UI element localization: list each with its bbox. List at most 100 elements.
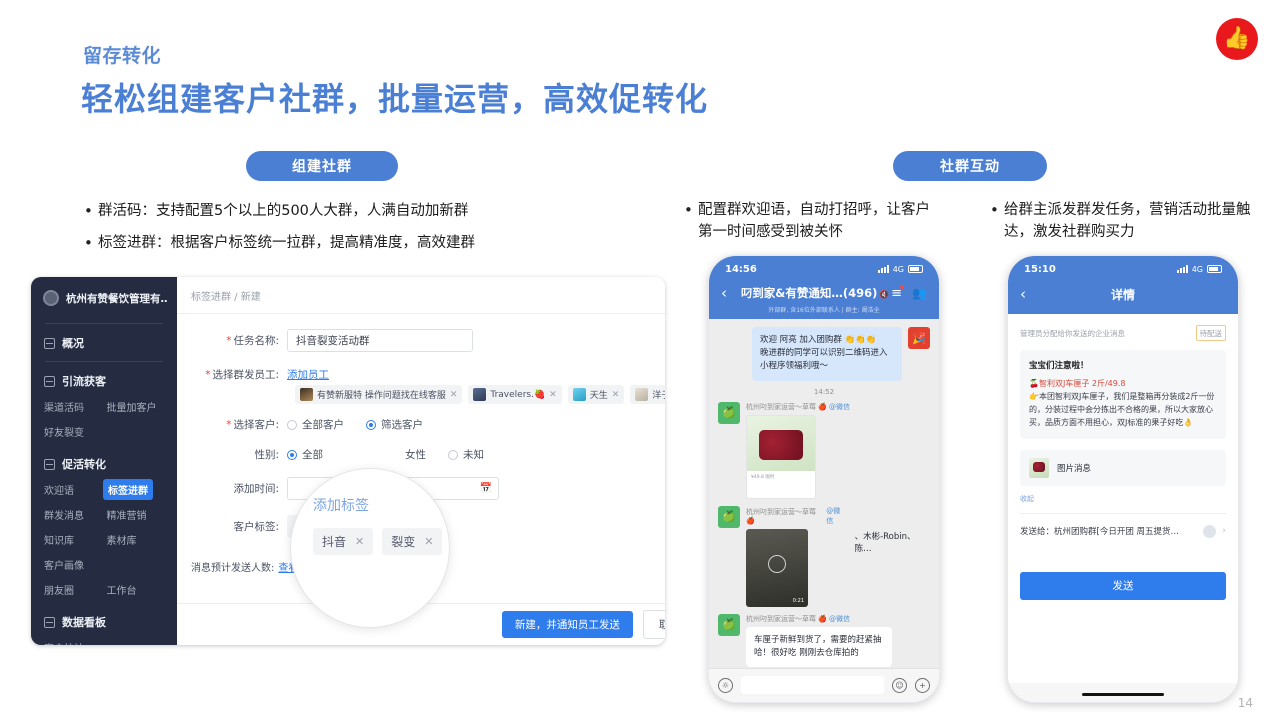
chat-title[interactable]: 叼到家&有赞通知…(496) 🔇 [739, 285, 891, 301]
sidebar-item-acquire[interactable]: 引流获客 [31, 373, 177, 389]
task-name-input[interactable]: 抖音裂变活动群 [287, 329, 473, 352]
message-image-card[interactable]: ¥49.8 限时 [746, 414, 816, 499]
sidebar-item-welcome[interactable]: 欢迎语 [44, 482, 108, 497]
chevron-left-icon[interactable]: ‹ [721, 284, 739, 302]
lens-tag-chip[interactable]: 抖音 ✕ [313, 528, 374, 555]
bullet-text: 配置群欢迎语，自动打招呼，让客户第一时间感受到被关怀 [698, 202, 930, 241]
thumbs-up-icon: 👍 [1216, 18, 1258, 60]
chat-message-text: 🍏 杭州叼到家运营～草莓 🍎 @微信 车厘子新鲜到货了，需要的赶紧抽哈！很好吃 刚… [718, 613, 930, 667]
radio-label: 女性 [405, 449, 426, 461]
menu-icon[interactable]: ≡ [891, 284, 905, 301]
sidebar-item-tag-group[interactable]: 标签进群 [103, 479, 153, 500]
close-icon[interactable]: ✕ [612, 390, 620, 400]
slide-kicker: 留存转化 [83, 45, 162, 67]
voice-icon[interactable]: ☼ [718, 677, 733, 693]
lens-tag-chip[interactable]: 裂变 ✕ [382, 528, 443, 555]
sidebar-item-material[interactable]: 素材库 [107, 532, 170, 547]
close-icon[interactable]: ✕ [549, 390, 557, 400]
task-name-label: * 任务名称: [226, 335, 279, 347]
sidebar-item-knowledge[interactable]: 知识库 [44, 532, 107, 547]
staff-label: * 选择群发员工: [205, 369, 279, 381]
message-line: 欢迎 阿亮 加入团购群 👏👏👏 [760, 335, 877, 345]
sidebar-item-label: 引流获客 [62, 375, 106, 388]
close-icon[interactable]: ✕ [424, 535, 433, 548]
radio-gender-female[interactable]: 女性 [405, 447, 426, 462]
image-message-label: 图片消息 [1057, 463, 1092, 474]
close-icon[interactable]: ✕ [355, 535, 364, 548]
add-staff-link[interactable]: 添加员工 [287, 367, 329, 382]
gender-label: 性别: [254, 449, 279, 461]
sidebar-item-mass-message[interactable]: 群发消息 [44, 507, 107, 522]
video-caption: 、木彬-Robin、陈… [854, 531, 916, 554]
collapse-link[interactable]: 收起 [1020, 494, 1226, 504]
card-line: 👉本团智利双J车厘子，我们是整箱再分装成2斤一份的，分装过程中会分拣出不合格的果… [1029, 391, 1215, 427]
cancel-button[interactable]: 取消 [642, 610, 665, 639]
chat-input[interactable] [741, 676, 884, 694]
radio-all-customers[interactable]: 全部客户 [287, 417, 344, 432]
radio-filtered-customers[interactable]: 筛选客户 [366, 417, 423, 432]
status-time: 14:56 [725, 263, 757, 275]
lens-tag-label: 抖音 [322, 535, 347, 549]
radio-icon [366, 419, 376, 430]
staff-chip[interactable]: 天生 ✕ [567, 385, 625, 404]
page-number: 14 [1237, 696, 1253, 710]
close-icon[interactable]: ✕ [450, 390, 458, 400]
sidebar-item-dashboard[interactable]: 数据看板 [31, 614, 177, 630]
status-badge: 待配送 [1195, 325, 1226, 341]
sidebar-item-customer-profile[interactable]: 客户画像 [44, 557, 108, 572]
radio-label: 全部 [302, 449, 323, 461]
emoji-icon[interactable]: ☺ [892, 677, 907, 693]
sidebar-item-moments[interactable]: 朋友圈 [44, 582, 107, 597]
chat-body[interactable]: 欢迎 阿亮 加入团购群 👏👏👏 晚进群的同学可以识别二维码进入小程序领福利哦～ … [709, 319, 939, 668]
lens-tag-label: 裂变 [391, 535, 416, 549]
avatar [473, 388, 487, 401]
members-icon[interactable]: 👥 [912, 286, 927, 300]
form-row-customer: * 选择客户: 全部客户 筛选客户 [191, 417, 665, 432]
form-row-task-name: * 任务名称: 抖音裂变活动群 [191, 329, 665, 352]
sidebar-item-customer-stats[interactable]: 客户统计 [44, 640, 108, 645]
radio-gender-all[interactable]: 全部 [287, 447, 323, 462]
sidebar-item-friend-fission[interactable]: 好友裂变 [44, 424, 108, 439]
crm-sidebar: 杭州有赞餐饮管理有… 概况 引流获客 渠道活码 批量加客户 好友裂变 促活转化 … [31, 277, 177, 645]
message-bubble: 欢迎 阿亮 加入团购群 👏👏👏 晚进群的同学可以识别二维码进入小程序领福利哦～ [752, 327, 902, 381]
staff-chip[interactable]: 有赞新服特 操作问题找在线客服 ✕ [295, 385, 463, 404]
calendar-icon: 📅 [479, 483, 492, 494]
chat-subtitle: 外部群, 含16位外部联系人 | 群主: 阚浩全 [768, 307, 880, 314]
list-item: • 配置群欢迎语，自动打招呼，让客户第一时间感受到被关怀 [684, 199, 944, 244]
sidebar-item-channel-code[interactable]: 渠道活码 [44, 399, 107, 414]
message-card: 宝宝们注意啦！ 🍒智利双J车厘子 2斤/49.8 👉本团智利双J车厘子，我们是整… [1020, 350, 1226, 439]
sidebar-item-workbench[interactable]: 工作台 [107, 582, 170, 597]
acquire-icon [44, 375, 55, 387]
sidebar-item-batch-add[interactable]: 批量加客户 [107, 399, 170, 414]
page-title: 详情 [1110, 287, 1135, 302]
send-button[interactable]: 发送 [1020, 571, 1226, 600]
plus-icon[interactable]: + [915, 677, 930, 693]
radio-gender-unknown[interactable]: 未知 [448, 447, 484, 462]
submit-button[interactable]: 新建，并通知员工发送 [501, 611, 633, 638]
slide: 留存转化 轻松组建客户社群，批量运营，高效促转化 👍 组建社群 社群互动 • 群活… [0, 0, 1280, 720]
sidebar-item-precision-marketing[interactable]: 精准营销 [107, 507, 170, 522]
chat-input-bar: ☼ ☺ + [709, 668, 939, 701]
send-to-row[interactable]: 发送给：杭州团购群[今日开团 周五提货… › [1020, 514, 1226, 538]
message-video[interactable]: 0:21 [746, 528, 808, 607]
battery-icon [1207, 265, 1222, 273]
list-item: • 群活码：支持配置5个以上的500人大群，人满自动加新群 [84, 200, 644, 223]
radio-label: 全部客户 [302, 419, 344, 431]
bullet-dot-icon: • [84, 202, 93, 220]
message-timestamp: 14:52 [813, 387, 835, 396]
nav-group-overview: 概况 [31, 324, 177, 357]
staff-chip[interactable]: Travelers.🍓 ✕ [468, 385, 562, 404]
image-message-row[interactable]: 图片消息 [1020, 449, 1226, 486]
lens-tag-list: 抖音 ✕ 裂变 ✕ [313, 528, 449, 555]
sidebar-item-overview[interactable]: 概况 [31, 335, 177, 351]
form-row-staff: * 选择群发员工: 添加员工 [191, 367, 665, 382]
message-line: 晚进群的同学可以识别二维码进入小程序领福利哦～ [760, 348, 888, 372]
video-duration: 0:21 [792, 597, 804, 604]
sidebar-item-convert[interactable]: 促活转化 [31, 456, 177, 472]
staff-chip[interactable]: 洋子啊 ✕ [630, 385, 665, 404]
bullet-text: 给群主派发群发任务，营销活动批量触达，激发社群购买力 [1004, 202, 1251, 241]
card-caption: ¥49.8 限时 [751, 474, 775, 480]
message-bubble: 车厘子新鲜到货了，需要的赶紧抽哈！很好吃 刚刚去仓库拍的 [746, 626, 892, 667]
home-indicator [709, 701, 939, 702]
radio-icon [287, 419, 297, 430]
